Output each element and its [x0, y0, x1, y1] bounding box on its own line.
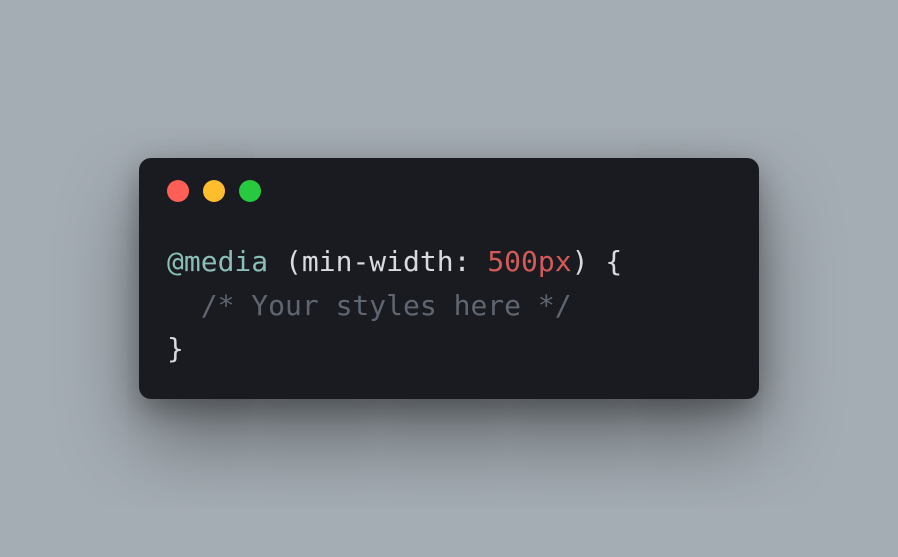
token-paren-open: (	[285, 245, 302, 278]
token-paren-close: )	[572, 245, 589, 278]
token-space	[588, 245, 605, 278]
code-block: @media (min-width: 500px) { /* Your styl…	[167, 240, 731, 370]
token-colon: :	[454, 245, 471, 278]
token-space	[470, 245, 487, 278]
token-space	[268, 245, 285, 278]
token-indent	[167, 289, 201, 322]
close-icon[interactable]	[167, 180, 189, 202]
token-brace-close: }	[167, 332, 184, 365]
token-value: 500px	[487, 245, 571, 278]
token-keyword: @media	[167, 245, 268, 278]
token-property: min-width	[302, 245, 454, 278]
window-controls	[167, 180, 731, 202]
code-window: @media (min-width: 500px) { /* Your styl…	[139, 158, 759, 398]
token-brace-open: {	[605, 245, 622, 278]
maximize-icon[interactable]	[239, 180, 261, 202]
token-comment: /* Your styles here */	[201, 289, 572, 322]
minimize-icon[interactable]	[203, 180, 225, 202]
